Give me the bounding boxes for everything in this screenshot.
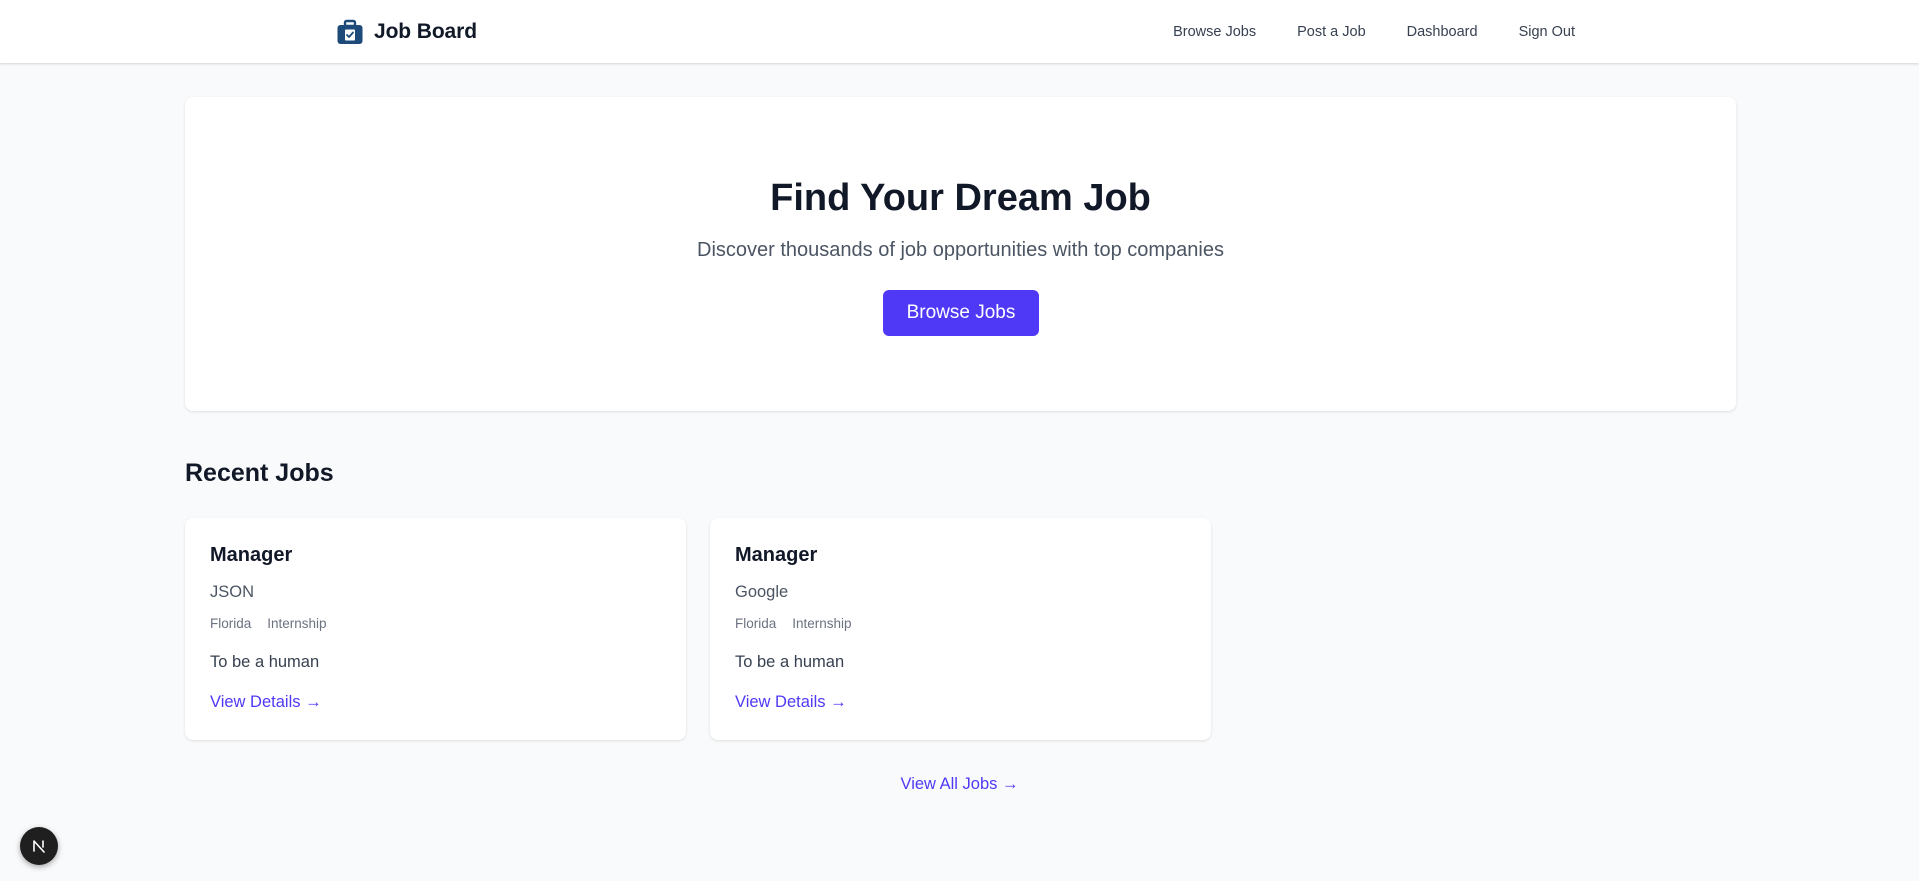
nav-sign-out[interactable]: Sign Out [1519,24,1575,40]
job-company: Google [735,583,789,601]
job-title: Manager [210,544,293,566]
nav-dashboard[interactable]: Dashboard [1407,24,1478,40]
view-all-container: View All Jobs → [0,775,1919,794]
hero-subtitle: Discover thousands of job opportunities … [697,239,1224,261]
nav-post-a-job[interactable]: Post a Job [1297,24,1366,40]
brand-link[interactable]: Job Board [336,18,477,46]
view-all-jobs-link[interactable]: View All Jobs → [901,775,1019,793]
main-nav: Browse Jobs Post a Job Dashboard Sign Ou… [1173,0,1575,63]
nav-browse-jobs[interactable]: Browse Jobs [1173,24,1256,40]
hero-card: Find Your Dream Job Discover thousands o… [185,97,1736,411]
brand-name: Job Board [374,20,477,43]
job-location: Florida [210,616,252,631]
recent-jobs-heading: Recent Jobs [185,459,334,487]
view-details-link[interactable]: View Details → [210,693,322,712]
job-location: Florida [735,616,777,631]
job-description: To be a human [735,653,845,671]
view-details-link[interactable]: View Details → [735,693,847,712]
job-company: JSON [210,583,255,601]
top-navbar: Job Board Browse Jobs Post a Job Dashboa… [0,0,1919,63]
hero-title: Find Your Dream Job [770,177,1151,219]
job-title: Manager [735,544,818,566]
job-meta: Florida Internship [210,616,327,631]
job-description: To be a human [210,653,320,671]
briefcase-icon [336,18,364,46]
job-card: Manager JSON Florida Internship To be a … [185,518,686,740]
job-type: Internship [267,616,327,631]
nextjs-logo-icon[interactable] [20,827,58,865]
job-meta: Florida Internship [735,616,852,631]
browse-jobs-button[interactable]: Browse Jobs [883,290,1039,336]
job-type: Internship [792,616,852,631]
job-card: Manager Google Florida Internship To be … [710,518,1211,740]
